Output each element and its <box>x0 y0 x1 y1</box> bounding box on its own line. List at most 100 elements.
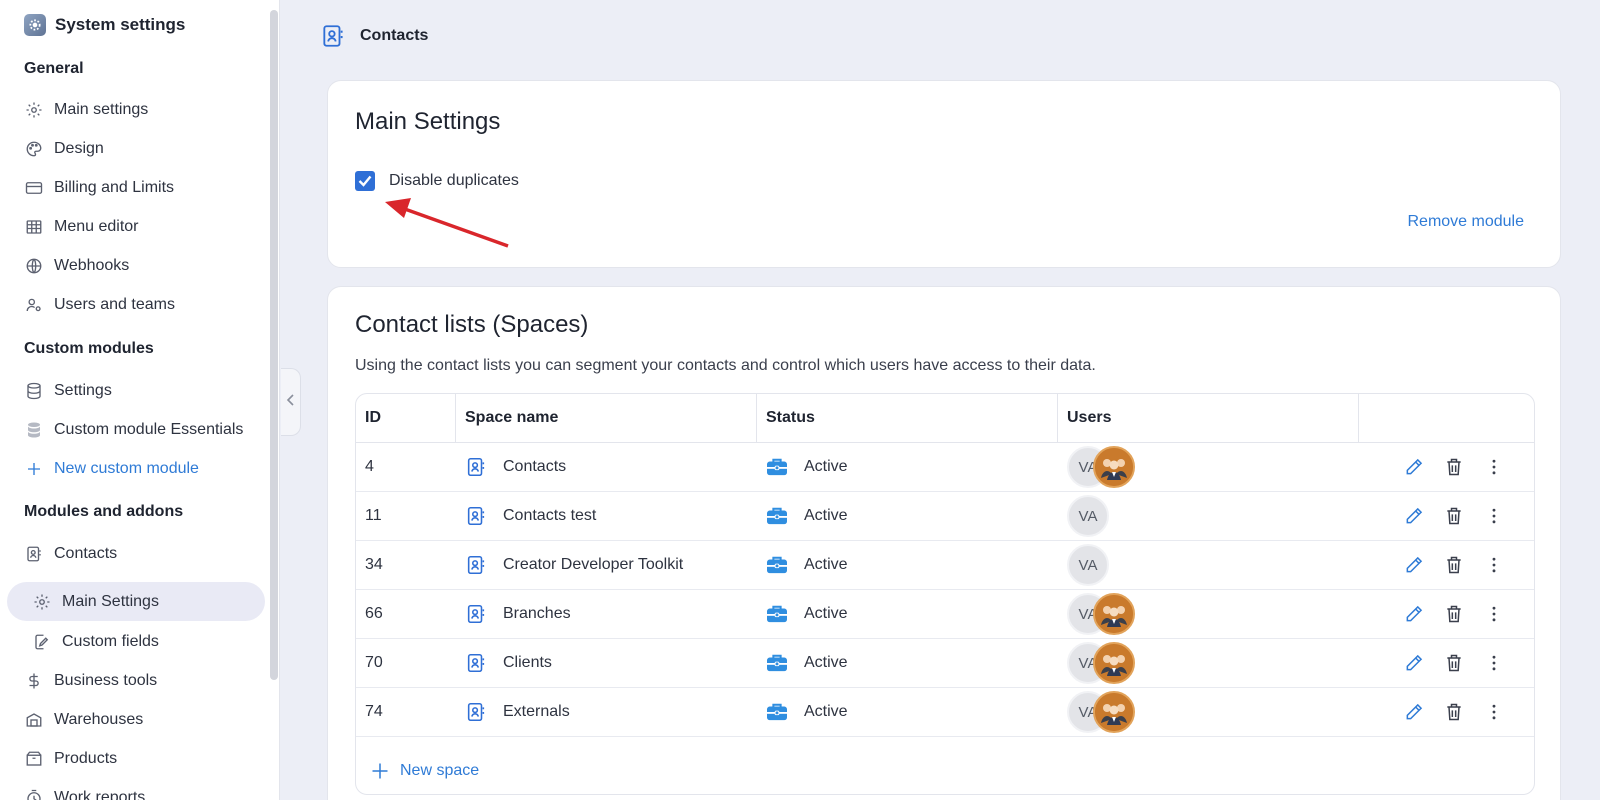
sidebar-item-new-custom-module[interactable]: New custom module <box>24 455 199 483</box>
sidebar-item-webhooks[interactable]: Webhooks <box>24 252 129 280</box>
main-settings-title: Main Settings <box>355 108 501 135</box>
gear-icon <box>32 592 52 612</box>
sidebar-item-design[interactable]: Design <box>24 135 104 163</box>
table-row[interactable]: 70 Clients Active VA <box>356 639 1534 688</box>
edit-pencil-icon[interactable] <box>1404 604 1424 624</box>
sidebar-item-main-settings[interactable]: Main settings <box>24 96 148 124</box>
disable-duplicates-checkbox[interactable] <box>355 171 375 191</box>
section-custom-modules: Custom modules <box>24 340 154 357</box>
briefcase-icon <box>766 457 788 477</box>
main-settings-card: Main Settings Disable duplicates Remove … <box>327 80 1561 268</box>
contact-book-icon <box>465 652 487 674</box>
row-users: VA <box>1058 443 1359 491</box>
trash-icon[interactable] <box>1444 555 1464 575</box>
row-space-name[interactable]: Branches <box>456 590 757 638</box>
database-filled-icon <box>24 420 44 440</box>
group-avatar[interactable] <box>1093 642 1135 684</box>
row-actions <box>1359 492 1534 540</box>
palette-icon <box>24 139 44 159</box>
globe-icon <box>24 256 44 276</box>
sidebar-scrollbar[interactable] <box>270 10 278 680</box>
table-row[interactable]: 4 Contacts Active VA <box>356 443 1534 492</box>
row-status: Active <box>757 541 1058 589</box>
sidebar-item-contacts[interactable]: Contacts <box>24 540 117 568</box>
sidebar-item-work-reports[interactable]: Work reports <box>24 784 145 800</box>
remove-module-link[interactable]: Remove module <box>1408 213 1525 231</box>
briefcase-icon <box>766 555 788 575</box>
trash-icon[interactable] <box>1444 457 1464 477</box>
sidebar-item-cm-settings[interactable]: Settings <box>24 377 112 405</box>
row-status: Active <box>757 443 1058 491</box>
chevron-left-icon <box>286 393 296 412</box>
disable-duplicates-row[interactable]: Disable duplicates <box>355 171 519 191</box>
sidebar-item-menu-editor[interactable]: Menu editor <box>24 213 139 241</box>
space-name-text: Contacts <box>503 458 567 475</box>
space-name-text: Branches <box>503 605 571 622</box>
table-row[interactable]: 34 Creator Developer Toolkit Active VA <box>356 541 1534 590</box>
row-space-name[interactable]: Externals <box>456 688 757 736</box>
contact-lists-description: Using the contact lists you can segment … <box>355 357 1096 374</box>
contact-lists-title: Contact lists (Spaces) <box>355 311 589 338</box>
avatar[interactable]: VA <box>1067 495 1109 537</box>
sidebar-collapse-button[interactable] <box>281 368 301 436</box>
new-space-button[interactable]: New space <box>370 761 479 781</box>
plus-icon <box>370 761 390 781</box>
clock-icon <box>24 788 44 800</box>
trash-icon[interactable] <box>1444 653 1464 673</box>
sidebar-item-business-tools[interactable]: Business tools <box>24 667 157 695</box>
sidebar-item-warehouses[interactable]: Warehouses <box>24 706 143 734</box>
row-space-name[interactable]: Contacts <box>456 443 757 491</box>
more-vertical-icon[interactable] <box>1484 604 1504 624</box>
edit-pencil-icon[interactable] <box>1404 506 1424 526</box>
avatar[interactable]: VA <box>1067 544 1109 586</box>
row-id: 66 <box>365 605 383 622</box>
table-row[interactable]: 11 Contacts test Active VA <box>356 492 1534 541</box>
trash-icon[interactable] <box>1444 702 1464 722</box>
more-vertical-icon[interactable] <box>1484 702 1504 722</box>
table-row[interactable]: 74 Externals Active VA <box>356 688 1534 737</box>
group-avatar[interactable] <box>1093 446 1135 488</box>
edit-pencil-icon[interactable] <box>1404 457 1424 477</box>
sidebar-item-products[interactable]: Products <box>24 745 117 773</box>
section-general: General <box>24 60 84 77</box>
contact-book-icon <box>465 603 487 625</box>
gear-icon <box>24 100 44 120</box>
table-header: ID Space name Status Users <box>356 394 1534 443</box>
row-actions <box>1359 688 1534 736</box>
edit-pencil-icon[interactable] <box>1404 653 1424 673</box>
page-title: Contacts <box>360 27 429 44</box>
group-avatar[interactable] <box>1093 593 1135 635</box>
edit-pencil-icon[interactable] <box>1404 702 1424 722</box>
column-space-name[interactable]: Space name <box>456 394 757 442</box>
row-space-name[interactable]: Clients <box>456 639 757 687</box>
trash-icon[interactable] <box>1444 506 1464 526</box>
more-vertical-icon[interactable] <box>1484 555 1504 575</box>
table-row[interactable]: 66 Branches Active VA <box>356 590 1534 639</box>
more-vertical-icon[interactable] <box>1484 457 1504 477</box>
edit-pencil-icon[interactable] <box>1404 555 1424 575</box>
row-space-name[interactable]: Contacts test <box>456 492 757 540</box>
contact-book-icon <box>465 554 487 576</box>
sidebar-item-billing[interactable]: Billing and Limits <box>24 174 174 202</box>
column-status[interactable]: Status <box>757 394 1058 442</box>
group-avatar[interactable] <box>1093 691 1135 733</box>
column-users[interactable]: Users <box>1058 394 1359 442</box>
row-space-name[interactable]: Creator Developer Toolkit <box>456 541 757 589</box>
sidebar-item-users-teams[interactable]: Users and teams <box>24 291 175 319</box>
more-vertical-icon[interactable] <box>1484 653 1504 673</box>
trash-icon[interactable] <box>1444 604 1464 624</box>
sidebar: System settings General Main settings De… <box>0 0 280 800</box>
row-id: 11 <box>365 507 382 524</box>
row-users: VA <box>1058 688 1359 736</box>
row-users: VA <box>1058 541 1359 589</box>
sidebar-item-contacts-main-settings[interactable]: Main Settings <box>7 582 265 621</box>
status-text: Active <box>804 605 848 622</box>
sidebar-item-custom-fields[interactable]: Custom fields <box>32 628 159 656</box>
dollar-icon <box>24 671 44 691</box>
row-actions <box>1359 590 1534 638</box>
more-vertical-icon[interactable] <box>1484 506 1504 526</box>
section-modules-addons: Modules and addons <box>24 503 184 520</box>
column-id[interactable]: ID <box>356 394 456 442</box>
status-text: Active <box>804 458 848 475</box>
sidebar-item-cm-essentials[interactable]: Custom module Essentials <box>24 416 243 444</box>
